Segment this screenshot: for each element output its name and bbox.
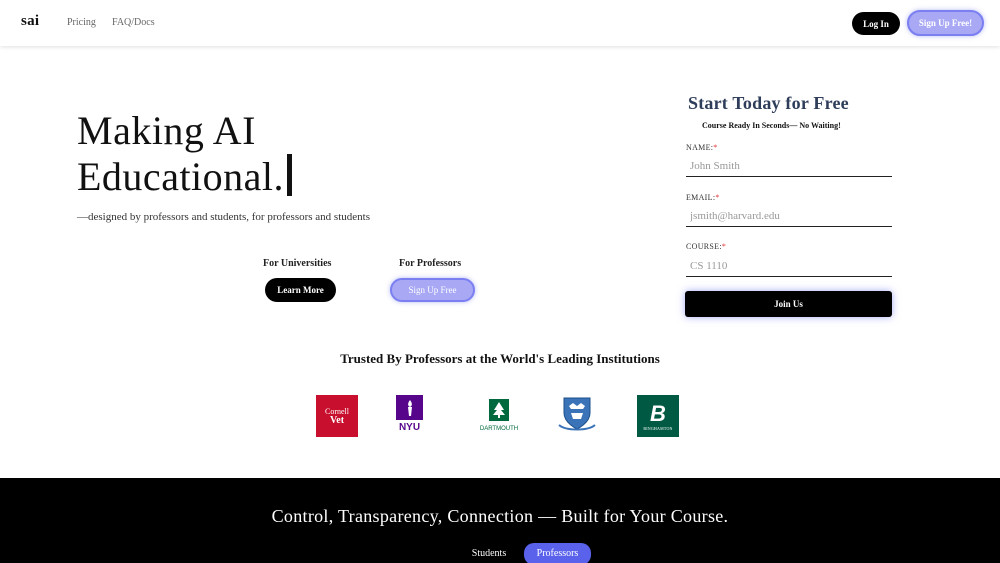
universities-label: For Universities (263, 258, 332, 269)
nav-link-faq-docs[interactable]: FAQ/Docs (112, 17, 155, 28)
top-nav: sai Pricing FAQ/Docs Log In Sign Up Free… (0, 0, 1000, 46)
hero-title-line1: Making AI (77, 108, 256, 153)
name-label: NAME:* (686, 143, 718, 152)
tab-professors[interactable]: Professors (524, 543, 591, 563)
typing-cursor (287, 154, 293, 196)
form-title: Start Today for Free (688, 93, 849, 113)
email-input[interactable] (686, 205, 892, 227)
site-logo[interactable]: sai (21, 13, 39, 30)
binghamton-logo: B BINGHAMTON (637, 395, 679, 437)
tab-students[interactable]: Students (460, 545, 518, 563)
learn-more-button[interactable]: Learn More (265, 278, 336, 302)
nav-signup-button[interactable]: Sign Up Free! (907, 10, 984, 36)
nyu-logo: NYU (396, 395, 423, 433)
nyu-torch-icon (396, 395, 423, 420)
signup-free-button[interactable]: Sign Up Free (390, 278, 475, 302)
dartmouth-logo: DARTMOUTH (476, 395, 522, 435)
form-subtitle: Course Ready In Seconds— No Waiting! (702, 121, 841, 130)
hero-title-line2: Educational. (77, 154, 285, 199)
join-us-button[interactable]: Join Us (685, 291, 892, 317)
login-button[interactable]: Log In (852, 12, 900, 35)
hero-title: Making AI Educational. (77, 108, 293, 200)
professors-label: For Professors (399, 258, 462, 269)
features-title: Control, Transparency, Connection — Buil… (271, 506, 729, 526)
cornell-vet-logo: Cornell Vet (316, 395, 358, 437)
dartmouth-tree-icon (489, 398, 509, 421)
trusted-heading: Trusted By Professors at the World's Lea… (340, 351, 660, 366)
course-label: COURSE:* (686, 242, 727, 251)
email-label: EMAIL:* (686, 193, 720, 202)
course-input[interactable] (686, 255, 892, 277)
name-input[interactable] (686, 155, 892, 177)
hero-subtitle: —designed by professors and students, fo… (77, 211, 370, 223)
columbia-crest-icon (556, 395, 598, 433)
nav-link-pricing[interactable]: Pricing (67, 17, 96, 28)
